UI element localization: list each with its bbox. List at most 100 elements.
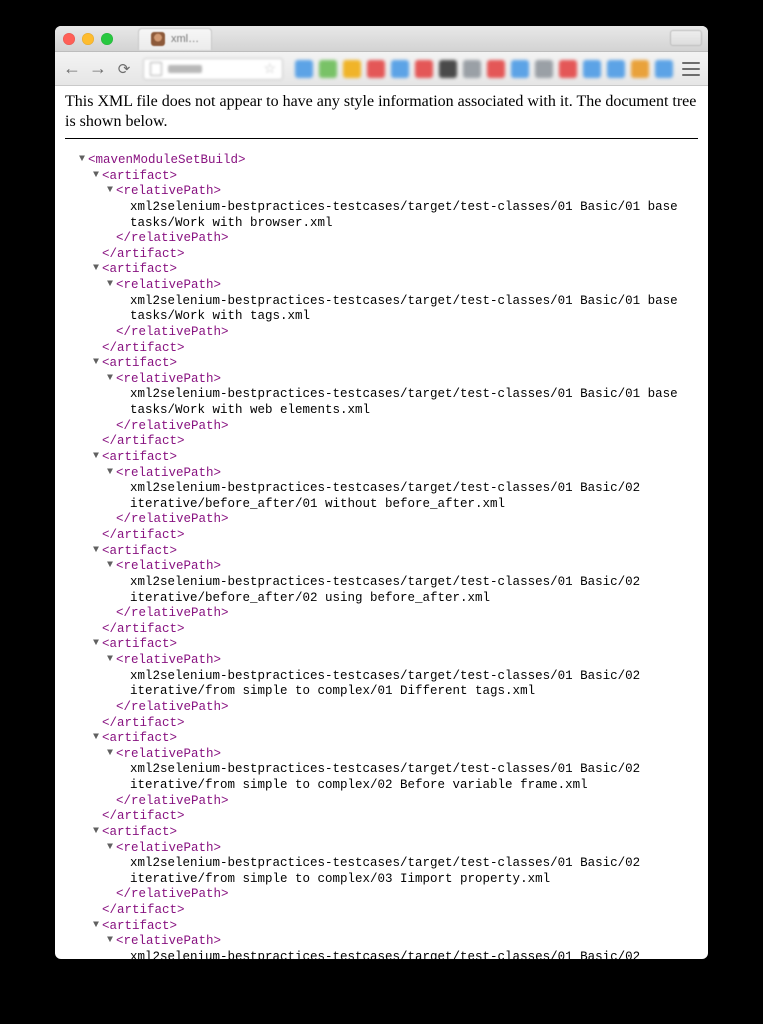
extension-icon[interactable] (607, 60, 625, 78)
xml-artifact-row: ▼<artifact> (65, 169, 698, 185)
xml-tag-open: <relativePath> (116, 184, 221, 200)
disclosure-triangle-icon[interactable]: ▼ (107, 372, 116, 386)
xml-text-node: xml2selenium-bestpractices-testcases/tar… (130, 575, 698, 606)
extension-icon[interactable] (487, 60, 505, 78)
xml-artifact-row: ▼<artifact> (65, 637, 698, 653)
xml-text-row: xml2selenium-bestpractices-testcases/tar… (65, 481, 698, 512)
disclosure-triangle-icon[interactable]: ▼ (107, 466, 116, 480)
xml-text-node: xml2selenium-bestpractices-testcases/tar… (130, 481, 698, 512)
xml-tag-open: <relativePath> (116, 653, 221, 669)
disclosure-triangle-icon (93, 341, 102, 342)
forward-button[interactable]: → (89, 58, 107, 79)
xml-relativepath-row: ▼<relativePath> (65, 184, 698, 200)
disclosure-triangle-icon[interactable]: ▼ (93, 731, 102, 745)
disclosure-triangle-icon (107, 231, 116, 232)
disclosure-triangle-icon[interactable]: ▼ (93, 544, 102, 558)
xml-tag-close: </relativePath> (116, 512, 229, 528)
xml-tag-open: <artifact> (102, 919, 177, 935)
extension-icon[interactable] (631, 60, 649, 78)
xml-tag-close: </artifact> (102, 622, 185, 638)
xml-tag-open: <artifact> (102, 825, 177, 841)
disclosure-triangle-icon (107, 700, 116, 701)
disclosure-triangle-icon[interactable]: ▼ (107, 653, 116, 667)
extension-icon[interactable] (535, 60, 553, 78)
disclosure-triangle-icon[interactable]: ▼ (107, 934, 116, 948)
xml-artifact-close-row: </artifact> (65, 903, 698, 919)
extension-icon[interactable] (295, 60, 313, 78)
disclosure-triangle-icon[interactable]: ▼ (93, 637, 102, 651)
address-bar[interactable]: ☆ (143, 58, 283, 80)
xml-tag-close: </relativePath> (116, 794, 229, 810)
xml-tag-close: </artifact> (102, 903, 185, 919)
extension-icon[interactable] (463, 60, 481, 78)
xml-text-node: xml2selenium-bestpractices-testcases/tar… (130, 669, 698, 700)
extension-icon[interactable] (559, 60, 577, 78)
disclosure-triangle-icon (121, 575, 130, 576)
disclosure-triangle-icon[interactable]: ▼ (93, 825, 102, 839)
disclosure-triangle-icon[interactable]: ▼ (107, 841, 116, 855)
disclosure-triangle-icon[interactable]: ▼ (93, 356, 102, 370)
window-traffic-lights (63, 33, 113, 45)
xml-tag-close: </artifact> (102, 434, 185, 450)
extension-icon[interactable] (343, 60, 361, 78)
page-content: This XML file does not appear to have an… (55, 86, 708, 959)
xml-text-row: xml2selenium-bestpractices-testcases/tar… (65, 387, 698, 418)
disclosure-triangle-icon (107, 606, 116, 607)
disclosure-triangle-icon[interactable]: ▼ (79, 153, 88, 167)
xml-tag-close: </artifact> (102, 716, 185, 732)
extension-icon[interactable] (439, 60, 457, 78)
disclosure-triangle-icon (93, 903, 102, 904)
xml-tag-close: </artifact> (102, 528, 185, 544)
xml-text-node: xml2selenium-bestpractices-testcases/tar… (130, 294, 698, 325)
xml-relativepath-close-row: </relativePath> (65, 325, 698, 341)
extension-icon[interactable] (319, 60, 337, 78)
tab-overflow-button[interactable] (670, 30, 702, 46)
browser-tab[interactable]: xml… (138, 28, 212, 50)
extension-icon[interactable] (655, 60, 673, 78)
window-close-button[interactable] (63, 33, 75, 45)
disclosure-triangle-icon[interactable]: ▼ (107, 747, 116, 761)
window-titlebar: xml… (55, 26, 708, 52)
xml-tag-open: <relativePath> (116, 372, 221, 388)
disclosure-triangle-icon (107, 794, 116, 795)
extension-icon[interactable] (511, 60, 529, 78)
xml-text-node: xml2selenium-bestpractices-testcases/tar… (130, 762, 698, 793)
bookmark-star-icon[interactable]: ☆ (263, 60, 276, 77)
xml-tag-open: <relativePath> (116, 559, 221, 575)
xml-relativepath-close-row: </relativePath> (65, 606, 698, 622)
disclosure-triangle-icon[interactable]: ▼ (93, 262, 102, 276)
extension-icon[interactable] (367, 60, 385, 78)
window-minimize-button[interactable] (82, 33, 94, 45)
disclosure-triangle-icon[interactable]: ▼ (93, 450, 102, 464)
disclosure-triangle-icon (121, 950, 130, 951)
disclosure-triangle-icon[interactable]: ▼ (93, 919, 102, 933)
xml-artifact-close-row: </artifact> (65, 528, 698, 544)
extension-icon[interactable] (415, 60, 433, 78)
xml-text-node: xml2selenium-bestpractices-testcases/tar… (130, 856, 698, 887)
xml-relativepath-close-row: </relativePath> (65, 231, 698, 247)
xml-tag-open: <artifact> (102, 731, 177, 747)
reload-button[interactable]: ⟳ (115, 60, 133, 78)
hamburger-menu-icon[interactable] (682, 62, 700, 76)
xml-text-row: xml2selenium-bestpractices-testcases/tar… (65, 200, 698, 231)
disclosure-triangle-icon[interactable]: ▼ (107, 184, 116, 198)
xml-tag-close: </relativePath> (116, 887, 229, 903)
disclosure-triangle-icon (93, 622, 102, 623)
window-zoom-button[interactable] (101, 33, 113, 45)
back-button[interactable]: ← (63, 58, 81, 79)
xml-relativepath-close-row: </relativePath> (65, 887, 698, 903)
extension-icons-row (295, 60, 673, 78)
disclosure-triangle-icon[interactable]: ▼ (107, 559, 116, 573)
xml-text-row: xml2selenium-bestpractices-testcases/tar… (65, 669, 698, 700)
browser-toolbar: ← → ⟳ ☆ (55, 52, 708, 86)
extension-icon[interactable] (391, 60, 409, 78)
extension-icon[interactable] (583, 60, 601, 78)
xml-artifact-row: ▼<artifact> (65, 544, 698, 560)
xml-artifact-row: ▼<artifact> (65, 356, 698, 372)
xml-root-row: ▼<mavenModuleSetBuild> (65, 153, 698, 169)
xml-tag-open: <relativePath> (116, 747, 221, 763)
disclosure-triangle-icon[interactable]: ▼ (107, 278, 116, 292)
xml-artifact-row: ▼<artifact> (65, 450, 698, 466)
disclosure-triangle-icon[interactable]: ▼ (93, 169, 102, 183)
xml-relativepath-row: ▼<relativePath> (65, 372, 698, 388)
